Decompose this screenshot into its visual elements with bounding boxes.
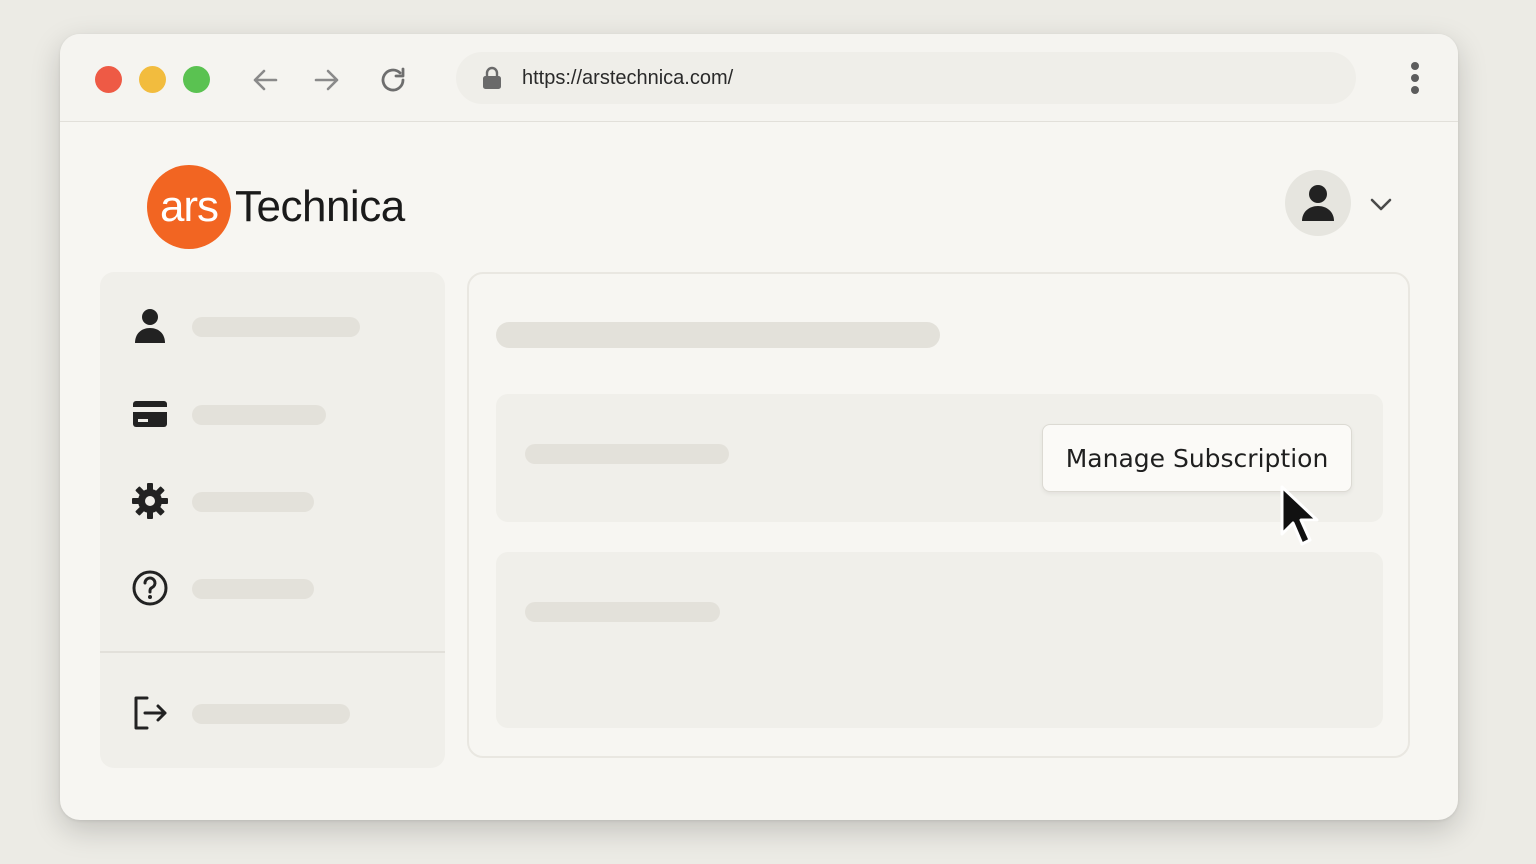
manage-subscription-button[interactable]: Manage Subscription: [1042, 424, 1352, 492]
help-circle-icon: [132, 570, 168, 606]
browser-window: https://arstechnica.com/ ars Technica Ma…: [60, 34, 1458, 820]
card-text-placeholder: [525, 444, 729, 464]
arrow-left-icon: [253, 69, 278, 91]
reload-button[interactable]: [375, 62, 411, 98]
sidebar-item-help[interactable]: [130, 568, 170, 608]
mouse-cursor-icon: [1280, 485, 1319, 546]
sidebar-label-placeholder: [192, 704, 350, 724]
arrow-right-icon: [314, 69, 339, 91]
sidebar-item-settings[interactable]: [130, 481, 170, 521]
browser-toolbar: https://arstechnica.com/: [60, 34, 1458, 122]
site-logo[interactable]: ars Technica: [147, 165, 405, 249]
account-avatar-button[interactable]: [1285, 170, 1351, 236]
sidebar-label-placeholder: [192, 317, 360, 337]
browser-menu-button[interactable]: [1408, 62, 1422, 96]
sidebar-label-placeholder: [192, 492, 314, 512]
secondary-card: [496, 552, 1383, 728]
lock-icon: [483, 66, 501, 89]
user-icon: [135, 309, 165, 343]
sidebar-label-placeholder: [192, 405, 326, 425]
account-sidebar: [100, 272, 445, 768]
reload-icon: [381, 67, 405, 92]
logo-mark: ars: [147, 165, 231, 249]
gear-icon: [132, 483, 168, 519]
url-text: https://arstechnica.com/: [522, 67, 734, 89]
vertical-dots-icon: [1411, 62, 1419, 70]
maximize-window-button[interactable]: [183, 66, 210, 93]
subscription-card: Manage Subscription: [496, 394, 1383, 522]
sidebar-item-logout[interactable]: [130, 693, 170, 733]
sidebar-item-profile[interactable]: [130, 306, 170, 346]
page-title-placeholder: [496, 322, 940, 348]
main-content-panel: Manage Subscription: [467, 272, 1410, 758]
sidebar-label-placeholder: [192, 579, 314, 599]
logo-wordmark: Technica: [235, 182, 405, 231]
chevron-down-icon[interactable]: [1368, 191, 1394, 217]
forward-button[interactable]: [309, 62, 345, 98]
close-window-button[interactable]: [95, 66, 122, 93]
sidebar-item-billing[interactable]: [130, 394, 170, 434]
sidebar-divider: [100, 651, 445, 653]
card-text-placeholder: [525, 602, 720, 622]
credit-card-icon: [133, 401, 167, 427]
user-icon: [1302, 185, 1334, 221]
logout-icon: [134, 696, 167, 730]
back-button[interactable]: [247, 62, 283, 98]
address-bar[interactable]: https://arstechnica.com/: [456, 52, 1356, 104]
minimize-window-button[interactable]: [139, 66, 166, 93]
